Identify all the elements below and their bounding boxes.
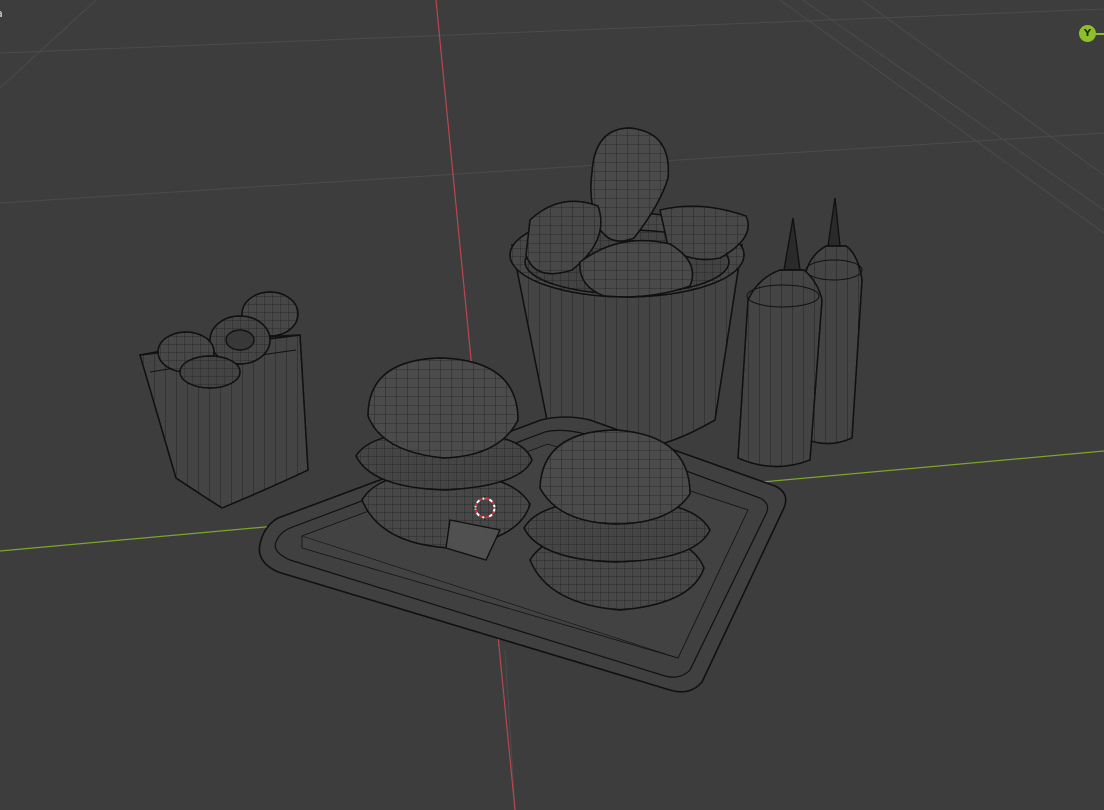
viewport-label: a [0,7,3,20]
chicken-bucket[interactable] [509,127,749,451]
onion-rings-box[interactable] [139,291,309,509]
viewport-scene[interactable] [0,0,1104,810]
y-axis-icon[interactable]: Y [1079,25,1096,42]
sauce-bottle-left[interactable] [737,217,823,468]
navigation-gizmo[interactable]: Y [1074,24,1104,44]
3d-viewport[interactable]: a Y [0,0,1104,810]
